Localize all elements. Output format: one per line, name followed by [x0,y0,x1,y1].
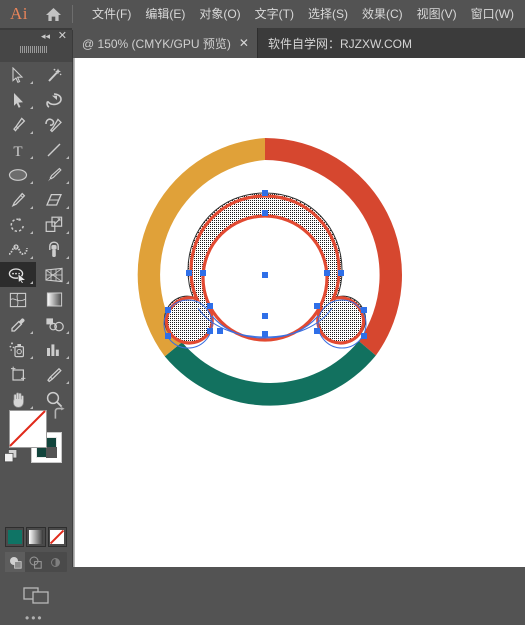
direct-selection-tool[interactable] [0,87,36,112]
none-mode-button[interactable] [47,527,67,547]
ellipse-tool[interactable] [0,162,36,187]
document-tab-bar: @ 150% (CMYK/GPU 预览) ✕ 软件自学网：RJZXW.COM [0,28,525,58]
artboard-tool[interactable] [0,362,36,387]
color-mode-swatch [7,530,22,544]
curvature-tool[interactable] [36,112,72,137]
eraser-tool[interactable] [36,187,72,212]
blend-tool[interactable] [36,312,72,337]
flyout-triangle-icon [66,356,69,359]
flyout-triangle-icon [30,106,33,109]
artboard [72,58,525,567]
draw-behind-button[interactable] [25,552,45,572]
flyout-triangle-icon [30,281,33,284]
menu-bar: Ai 文件(F) 编辑(E) 对象(O) 文字(T) 选择(S) 效果(C) 视… [0,0,525,28]
canvas-area[interactable] [72,58,525,567]
free-transform-tool[interactable] [36,237,72,262]
none-mode-swatch [50,530,65,544]
default-fill-stroke-icon[interactable] [4,449,18,463]
flyout-triangle-icon [66,281,69,284]
menu-view[interactable]: 视图(V) [410,3,464,25]
flyout-triangle-icon [66,231,69,234]
menu-separator [72,5,73,23]
flyout-triangle-icon [30,156,33,159]
tool-panel-header: ◂◂ ✕ [0,30,73,62]
perspective-grid-tool[interactable] [36,262,72,287]
symbol-sprayer-tool[interactable] [0,337,36,362]
tools-panel: T ••• [0,62,73,624]
flyout-triangle-icon [66,156,69,159]
eyedropper-tool[interactable] [0,312,36,337]
menu-type[interactable]: 文字(T) [248,3,301,25]
flyout-triangle-icon [30,256,33,259]
gradient-tool[interactable] [36,287,72,312]
panel-close-icon[interactable]: ✕ [58,30,67,43]
chevron-collapse-icon[interactable]: ◂◂ [41,31,50,42]
lasso-tool[interactable] [36,87,72,112]
svg-text:T: T [13,144,22,158]
tools-grid: T [0,62,72,412]
mesh-tool[interactable] [0,287,36,312]
draw-inside-button[interactable] [45,552,65,572]
flyout-triangle-icon [66,256,69,259]
flyout-triangle-icon [66,381,69,384]
magic-wand-tool[interactable] [36,62,72,87]
illustrator-window: Ai 文件(F) 编辑(E) 对象(O) 文字(T) 选择(S) 效果(C) 视… [0,0,525,624]
paintbrush-tool[interactable] [36,162,72,187]
menu-effect[interactable]: 效果(C) [355,3,410,25]
color-controls [0,405,72,467]
fill-swatch[interactable] [9,410,47,448]
toolbar-overflow-icon[interactable]: ••• [25,612,44,624]
flyout-triangle-icon [30,331,33,334]
flyout-triangle-icon [30,131,33,134]
line-segment-tool[interactable] [36,137,72,162]
flyout-triangle-icon [30,81,33,84]
pencil-tool[interactable] [0,187,36,212]
menu-object[interactable]: 对象(O) [192,3,247,25]
fill-mode-row [5,527,67,549]
app-logo: Ai [10,4,28,23]
flyout-triangle-icon [30,206,33,209]
selected-vector-shape[interactable] [163,190,367,349]
watermark-tab-label: 软件自学网：RJZXW.COM [267,36,412,51]
pen-tool[interactable] [0,112,36,137]
flyout-triangle-icon [30,181,33,184]
menu-select[interactable]: 选择(S) [301,3,355,25]
draw-mode-row [5,552,67,572]
type-tool[interactable]: T [0,137,36,162]
menu-file[interactable]: 文件(F) [85,3,138,25]
flyout-triangle-icon [66,331,69,334]
gradient-mode-button[interactable] [26,527,46,547]
donut-chart[interactable] [120,130,410,420]
width-tool[interactable] [0,237,36,262]
selection-tool[interactable] [0,62,36,87]
menu-edit[interactable]: 编辑(E) [138,3,192,25]
panel-drag-handle[interactable] [20,46,48,53]
screen-mode-button[interactable] [22,584,52,606]
swap-fill-stroke-icon[interactable] [52,407,66,422]
flyout-triangle-icon [30,356,33,359]
stroke-swatch-hole [46,447,57,458]
rotate-tool[interactable] [0,212,36,237]
document-tab-label: @ 150% (CMYK/GPU 预览) [82,36,231,51]
slice-tool[interactable] [36,362,72,387]
draw-normal-button[interactable] [5,552,25,572]
menu-window[interactable]: 窗口(W) [464,3,521,25]
flyout-triangle-icon [66,206,69,209]
document-tab[interactable]: @ 150% (CMYK/GPU 预览) ✕ [72,28,258,58]
close-icon[interactable]: ✕ [239,37,249,49]
color-mode-button[interactable] [5,527,25,547]
flyout-triangle-icon [66,181,69,184]
gradient-mode-swatch [28,530,43,544]
scale-tool[interactable] [36,212,72,237]
none-slash-icon [9,410,47,448]
flyout-triangle-icon [30,231,33,234]
column-graph-tool[interactable] [36,337,72,362]
home-icon[interactable] [38,0,68,28]
donut-segment-green[interactable] [164,340,376,406]
menu-item-list: 文件(F) 编辑(E) 对象(O) 文字(T) 选择(S) 效果(C) 视图(V… [85,3,521,25]
shape-builder-tool[interactable] [0,262,36,287]
watermark-tab: 软件自学网：RJZXW.COM [257,28,422,58]
